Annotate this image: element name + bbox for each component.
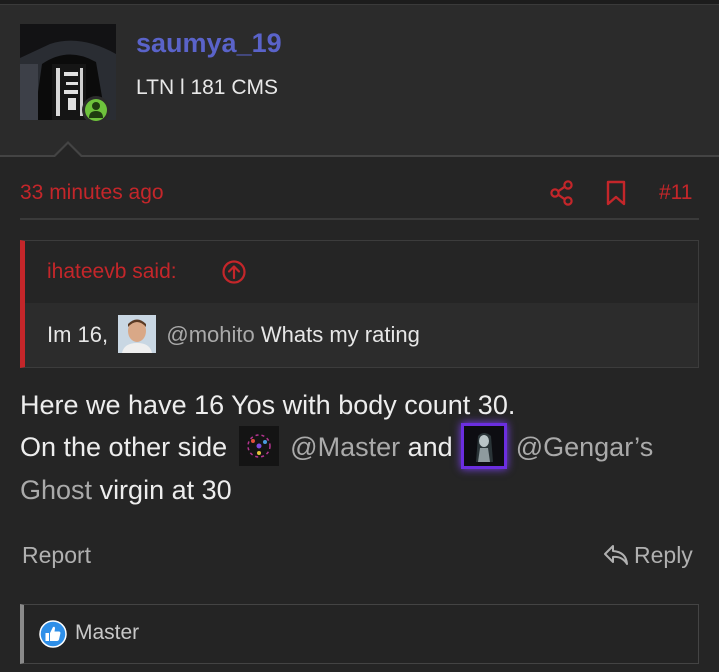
username-link[interactable]: saumya_19 <box>136 28 282 59</box>
post-timestamp[interactable]: 33 minutes ago <box>20 181 164 205</box>
post-number-link[interactable]: #11 <box>659 181 692 205</box>
mohito-avatar[interactable] <box>118 315 157 353</box>
post-body: Here we have 16 Yos with body count 30. … <box>20 384 700 511</box>
post-body-line-3: Ghost virgin at 30 <box>20 469 700 511</box>
reaction-user-link[interactable]: Master <box>75 621 139 645</box>
post-body-line-2: On the other side @Master and @Gengar’s <box>20 425 700 469</box>
user-icon <box>89 102 103 118</box>
user-title: LTN l 181 CMS <box>136 76 278 99</box>
report-button[interactable]: Report <box>22 542 91 569</box>
post-body-text: On the other side <box>20 432 228 462</box>
gengars-ghost-avatar[interactable] <box>464 425 505 466</box>
quote-text-end: Whats my rating <box>260 321 420 347</box>
user-divider <box>0 155 719 157</box>
reply-icon <box>604 544 628 565</box>
master-avatar[interactable] <box>238 425 279 466</box>
mention-gengars-ghost[interactable]: @Gengar’s <box>516 432 653 462</box>
meta-divider <box>20 218 699 220</box>
reply-button[interactable]: Reply <box>602 542 693 569</box>
quote-text: Im 16, @mohito Whats my rating <box>47 315 420 355</box>
like-icon <box>39 620 67 648</box>
bookmark-icon[interactable] <box>605 180 627 206</box>
share-icon[interactable] <box>549 180 575 206</box>
header-pointer-inner <box>54 144 82 158</box>
mention-mohito[interactable]: @mohito <box>166 322 254 347</box>
online-status-badge <box>82 96 110 124</box>
quote-text-start: Im 16, <box>47 321 109 347</box>
quote-block: ihateevb said: Im 16, @mohito Whats my r… <box>20 240 699 368</box>
mention-master[interactable]: @Master <box>290 432 400 462</box>
post-body-line-1: Here we have 16 Yos with body count 30. <box>20 390 516 420</box>
reply-label: Reply <box>634 542 693 568</box>
mention-gengars-ghost-cont[interactable]: Ghost <box>20 475 92 505</box>
post-body-text: virgin at 30 <box>99 474 232 505</box>
quote-header: ihateevb said: <box>25 241 698 303</box>
arrow-up-icon[interactable] <box>221 259 247 285</box>
quote-author-link[interactable]: ihateevb said: <box>47 260 177 284</box>
reactions-bar[interactable]: Master <box>20 604 699 664</box>
post-body-text: and <box>407 432 453 462</box>
